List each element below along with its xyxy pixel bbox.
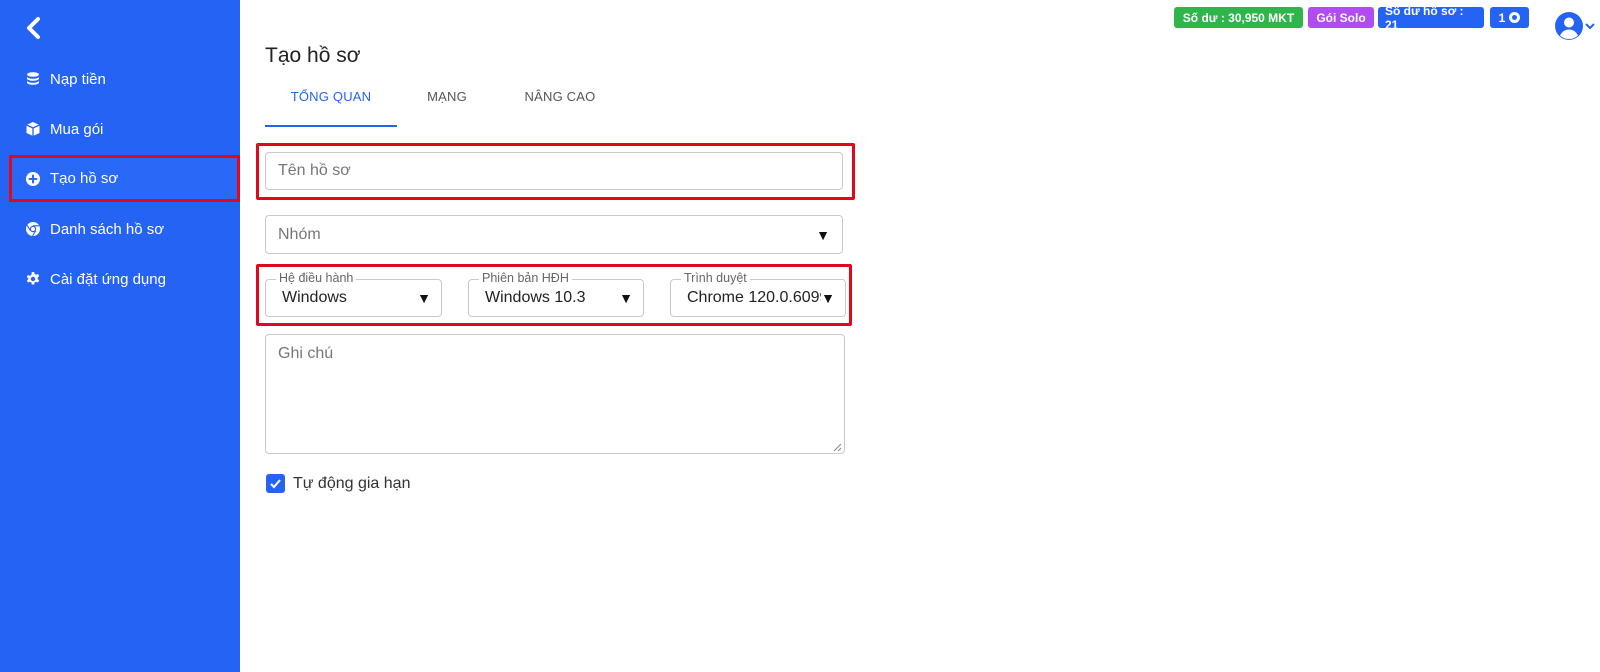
sidebar-item-nap-tien[interactable]: Nạp tiền — [0, 56, 240, 102]
group-placeholder: Nhóm — [278, 225, 321, 243]
user-circle-icon — [1555, 12, 1583, 40]
caret-down-icon: ▼ — [619, 290, 633, 306]
profile-balance-badge[interactable]: Số dư hồ sơ : 21 — [1378, 4, 1484, 32]
sidebar-item-label: Mua gói — [50, 120, 104, 138]
sidebar: Nạp tiền Mua gói Tạo hồ sơ Danh sách hồ … — [0, 0, 240, 672]
os-version-value: Windows 10.3 — [485, 289, 586, 306]
coins-icon — [25, 71, 41, 87]
notes-textarea[interactable] — [265, 334, 845, 454]
sidebar-item-label: Danh sách hồ sơ — [50, 220, 165, 238]
browser-select[interactable]: Trình duyệt Chrome 120.0.6099 ▼ — [670, 271, 846, 317]
plus-circle-icon — [25, 171, 41, 187]
os-version-select[interactable]: Phiên bản HĐH Windows 10.3 ▼ — [468, 271, 644, 317]
os-version-label: Phiên bản HĐH — [479, 271, 572, 285]
chrome-icon — [25, 221, 41, 237]
auto-renew-checkbox[interactable] — [266, 474, 285, 493]
sidebar-item-tao-ho-so[interactable]: Tạo hồ sơ — [9, 155, 240, 202]
profile-name-input[interactable] — [265, 152, 843, 190]
chevron-down-icon — [1585, 23, 1595, 30]
caret-down-icon: ▼ — [816, 226, 830, 243]
os-value: Windows — [282, 289, 347, 306]
group-select[interactable]: Nhóm ▼ — [265, 215, 843, 254]
resize-handle-icon[interactable] — [833, 443, 842, 452]
tab-mang[interactable]: MẠNG — [412, 89, 482, 127]
count-value: 1 — [1498, 10, 1506, 25]
balance-badge[interactable]: Số dư : 30,950 MKT — [1174, 7, 1303, 28]
box-icon — [25, 121, 41, 137]
user-menu[interactable] — [1554, 10, 1598, 42]
back-button[interactable] — [22, 14, 46, 42]
count-badge[interactable]: 1 — [1490, 7, 1529, 28]
tab-tong-quan[interactable]: TỔNG QUAN — [265, 89, 397, 127]
caret-down-icon: ▼ — [417, 290, 431, 306]
auto-renew-label: Tự động gia hạn — [293, 475, 411, 492]
page-title: Tạo hồ sơ — [265, 44, 361, 67]
sidebar-item-danh-sach-ho-so[interactable]: Danh sách hồ sơ — [0, 206, 240, 252]
plan-badge[interactable]: Gói Solo — [1308, 7, 1374, 28]
chrome-icon — [1509, 12, 1521, 23]
sidebar-item-label: Nạp tiền — [50, 70, 106, 88]
tab-nang-cao[interactable]: NÂNG CAO — [510, 89, 610, 127]
chevron-left-icon — [27, 17, 40, 39]
sidebar-item-label: Cài đặt ứng dụng — [50, 270, 166, 288]
gear-icon — [25, 271, 41, 287]
caret-down-icon: ▼ — [821, 290, 835, 306]
check-icon — [270, 479, 281, 489]
browser-label: Trình duyệt — [681, 271, 750, 285]
sidebar-item-mua-goi[interactable]: Mua gói — [0, 106, 240, 152]
sidebar-item-label: Tạo hồ sơ — [50, 170, 119, 187]
sidebar-item-cai-dat-ung-dung[interactable]: Cài đặt ứng dụng — [0, 256, 240, 302]
os-label: Hệ điều hành — [276, 271, 357, 285]
browser-value: Chrome 120.0.6099 — [687, 289, 822, 306]
os-select[interactable]: Hệ điều hành Windows ▼ — [265, 271, 442, 317]
